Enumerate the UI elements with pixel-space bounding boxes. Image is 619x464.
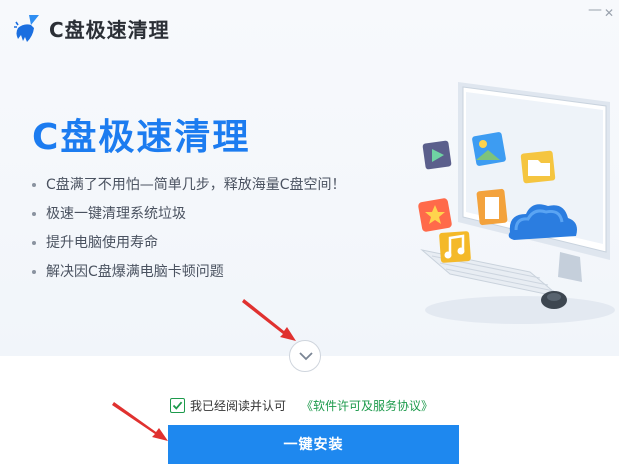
minimize-button[interactable]: — xyxy=(588,2,602,18)
headline: C盘极速清理 xyxy=(32,117,251,158)
bullet-icon xyxy=(32,183,36,187)
feature-item: 极速一键清理系统垃圾 xyxy=(30,203,346,232)
feature-item: 解决因C盘爆满电脑卡顿问题 xyxy=(30,261,346,290)
agreement-text: 我已经阅读并认可 xyxy=(190,399,287,413)
bullet-icon xyxy=(32,241,36,245)
red-arrow-annotation xyxy=(112,402,168,441)
chevron-down-icon xyxy=(299,352,313,361)
feature-list: C盘满了不用怕—简单几步，释放海量C盘空间！ 极速一键清理系统垃圾 提升电脑使用… xyxy=(30,174,346,290)
scroll-down-button[interactable] xyxy=(289,340,321,372)
app-title: C盘极速清理 xyxy=(49,18,170,42)
installer-window: C盘极速清理 — ✕ C盘极速清理 C盘满了不用怕—简单几步，释放海量C盘空间！… xyxy=(0,0,619,464)
license-agreement-link[interactable]: 《软件许可及服务协议》 xyxy=(301,397,433,415)
feature-text: 极速一键清理系统垃圾 xyxy=(46,206,186,222)
close-button[interactable]: ✕ xyxy=(604,6,614,20)
title-bar[interactable]: C盘极速清理 — ✕ xyxy=(0,0,619,60)
feature-item: C盘满了不用怕—简单几步，释放海量C盘空间！ xyxy=(30,174,346,203)
feature-text: 提升电脑使用寿命 xyxy=(46,235,158,251)
feature-text: C盘满了不用怕—简单几步，释放海量C盘空间！ xyxy=(46,177,346,193)
checkmark-icon xyxy=(172,401,183,410)
bullet-icon xyxy=(32,270,36,274)
feature-item: 提升电脑使用寿命 xyxy=(30,232,346,261)
broom-logo-icon xyxy=(14,15,39,42)
feature-text: 解决因C盘爆满电脑卡顿问题 xyxy=(46,264,224,280)
red-arrow-annotation xyxy=(242,299,296,341)
one-click-install-button[interactable]: 一键安装 xyxy=(168,425,459,464)
agreement-checkbox[interactable] xyxy=(170,398,185,413)
computer-illustration xyxy=(418,82,615,324)
bullet-icon xyxy=(32,212,36,216)
